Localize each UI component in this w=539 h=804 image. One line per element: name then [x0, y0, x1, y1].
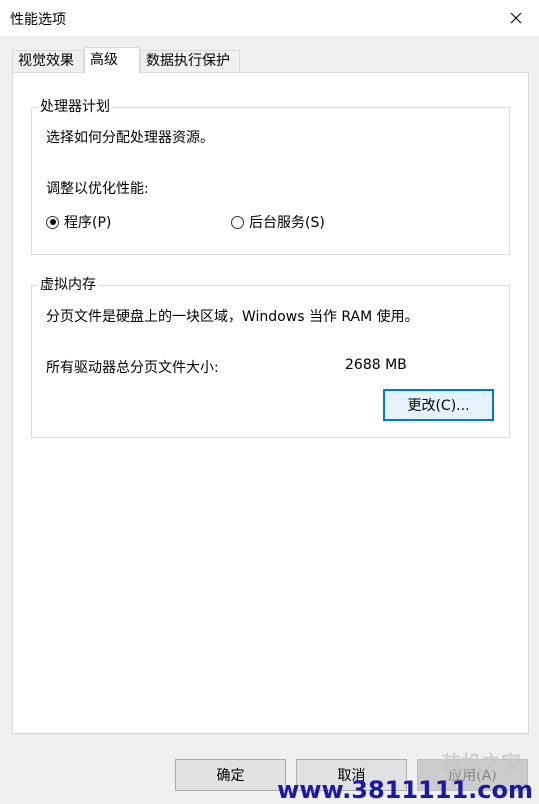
radio-programs-indicator [46, 215, 59, 229]
tab-panel-advanced: 处理器计划 选择如何分配处理器资源。 调整以优化性能: 程序(P) 后台服务(S… [12, 72, 529, 734]
watermark-url: www.3811111.com [277, 776, 533, 804]
radio-background-services[interactable]: 后台服务(S) [231, 212, 325, 232]
adjust-label: 调整以优化性能: [46, 181, 149, 197]
paging-total-label: 所有驱动器总分页文件大小: [46, 360, 219, 376]
processor-scheduling-group: 处理器计划 选择如何分配处理器资源。 调整以优化性能: 程序(P) 后台服务(S… [31, 98, 510, 255]
radio-programs-label: 程序(P) [64, 215, 112, 231]
close-button[interactable] [493, 0, 539, 36]
processor-scheduling-legend: 处理器计划 [38, 98, 112, 116]
window-title: 性能选项 [10, 12, 66, 28]
virtual-memory-group: 虚拟内存 分页文件是硬盘上的一块区域，Windows 当作 RAM 使用。 所有… [31, 276, 510, 438]
tab-strip: 视觉效果 高级 数据执行保护 [12, 47, 532, 74]
radio-programs[interactable]: 程序(P) [46, 212, 111, 232]
title-bar: 性能选项 [0, 0, 539, 36]
paging-total-value: 2688 MB [345, 357, 407, 373]
change-button[interactable]: 更改(C)... [383, 389, 494, 421]
watermark-logo-text: 装机之家 [441, 751, 521, 775]
radio-background-label: 后台服务(S) [249, 215, 325, 231]
processor-description: 选择如何分配处理器资源。 [46, 130, 214, 146]
tab-visual-effects[interactable]: 视觉效果 [12, 50, 84, 73]
tab-dep[interactable]: 数据执行保护 [140, 50, 240, 73]
virtual-memory-legend: 虚拟内存 [38, 276, 98, 294]
tab-advanced[interactable]: 高级 [84, 47, 140, 74]
virtual-memory-description: 分页文件是硬盘上的一块区域，Windows 当作 RAM 使用。 [46, 309, 419, 325]
close-icon [510, 12, 522, 24]
ok-button[interactable]: 确定 [175, 759, 286, 791]
radio-background-indicator [231, 215, 244, 229]
